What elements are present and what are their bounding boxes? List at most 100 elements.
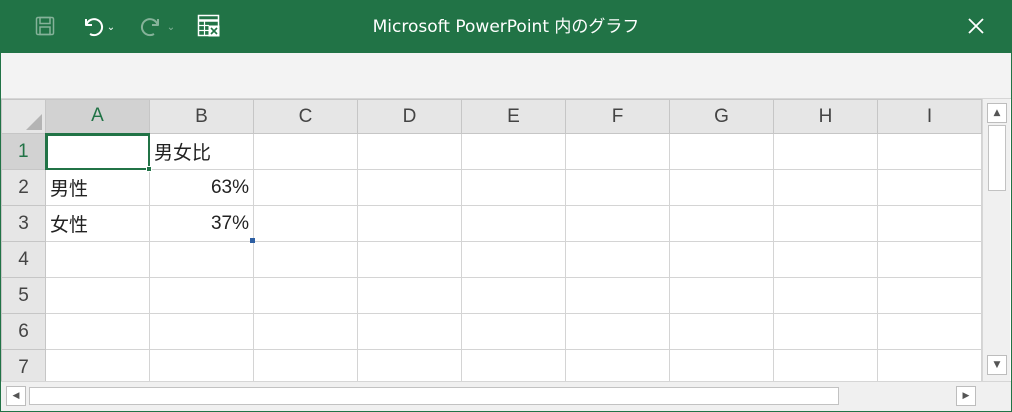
edit-data-in-excel-button[interactable] (191, 13, 227, 43)
row-header-4[interactable]: 4 (1, 241, 46, 278)
cell-i4[interactable] (877, 241, 982, 278)
data-range-handle[interactable] (250, 238, 255, 243)
row-header-5[interactable]: 5 (1, 277, 46, 314)
redo-icon (139, 14, 165, 42)
column-header-e[interactable]: E (461, 99, 566, 134)
cell-f2[interactable] (565, 169, 670, 206)
cell-c5[interactable] (253, 277, 358, 314)
cell-f4[interactable] (565, 241, 670, 278)
column-header-g[interactable]: G (669, 99, 774, 134)
spreadsheet-grid: A B C D E F G H I 1 男女比 2 男性 63% 3 女性 37… (1, 99, 982, 386)
save-icon (34, 15, 56, 41)
cell-i5[interactable] (877, 277, 982, 314)
cell-i2[interactable] (877, 169, 982, 206)
column-header-h[interactable]: H (773, 99, 878, 134)
cell-g4[interactable] (669, 241, 774, 278)
cell-e1[interactable] (461, 133, 566, 170)
redo-dropdown-icon[interactable]: ⌄ (167, 23, 175, 33)
cell-g5[interactable] (669, 277, 774, 314)
cell-c2[interactable] (253, 169, 358, 206)
row-header-2[interactable]: 2 (1, 169, 46, 206)
save-button[interactable] (27, 13, 63, 43)
cell-g6[interactable] (669, 313, 774, 350)
cell-e4[interactable] (461, 241, 566, 278)
sheet-row-2: 2 男性 63% (1, 169, 982, 206)
title-bar: ⌄ ⌄ Microsoft PowerPoint 内のグラフ (1, 1, 1011, 53)
cell-g3[interactable] (669, 205, 774, 242)
cell-i6[interactable] (877, 313, 982, 350)
cell-a3[interactable]: 女性 (45, 205, 150, 242)
sheet-row-5: 5 (1, 277, 982, 314)
cell-f3[interactable] (565, 205, 670, 242)
cell-a5[interactable] (45, 277, 150, 314)
horizontal-scroll-thumb[interactable] (29, 387, 839, 405)
vertical-scroll-thumb[interactable] (988, 125, 1006, 191)
close-button[interactable] (956, 13, 996, 43)
column-header-c[interactable]: C (253, 99, 358, 134)
cell-g2[interactable] (669, 169, 774, 206)
row-header-3[interactable]: 3 (1, 205, 46, 242)
redo-button[interactable]: ⌄ (131, 13, 183, 43)
cell-g1[interactable] (669, 133, 774, 170)
cell-d4[interactable] (357, 241, 462, 278)
cell-e3[interactable] (461, 205, 566, 242)
sheet-row-4: 4 (1, 241, 982, 278)
ribbon-band (1, 53, 1011, 99)
close-icon (967, 17, 985, 39)
cell-c3[interactable] (253, 205, 358, 242)
column-header-d[interactable]: D (357, 99, 462, 134)
window-title: Microsoft PowerPoint 内のグラフ (372, 17, 640, 37)
cell-c1[interactable] (253, 133, 358, 170)
column-header-b[interactable]: B (149, 99, 254, 134)
cell-d6[interactable] (357, 313, 462, 350)
cell-h4[interactable] (773, 241, 878, 278)
cell-a2[interactable]: 男性 (45, 169, 150, 206)
cell-e2[interactable] (461, 169, 566, 206)
cell-h1[interactable] (773, 133, 878, 170)
cell-c6[interactable] (253, 313, 358, 350)
cell-a6[interactable] (45, 313, 150, 350)
cell-b6[interactable] (149, 313, 254, 350)
cell-c4[interactable] (253, 241, 358, 278)
column-header-i[interactable]: I (877, 99, 982, 134)
undo-icon (79, 14, 105, 42)
cell-a1[interactable] (45, 133, 152, 172)
cell-h2[interactable] (773, 169, 878, 206)
cell-f5[interactable] (565, 277, 670, 314)
scroll-left-icon[interactable]: ◀ (6, 386, 26, 406)
scroll-right-icon[interactable]: ▶ (956, 386, 976, 406)
cell-f1[interactable] (565, 133, 670, 170)
row-header-1[interactable]: 1 (1, 133, 47, 170)
column-header-a[interactable]: A (45, 99, 150, 135)
sheet-row-6: 6 (1, 313, 982, 350)
scroll-down-icon[interactable]: ▼ (987, 355, 1007, 375)
select-all-triangle-icon (26, 114, 42, 130)
vertical-scrollbar[interactable]: ▲ ▼ (982, 99, 1010, 381)
cell-e5[interactable] (461, 277, 566, 314)
cell-e6[interactable] (461, 313, 566, 350)
cell-h3[interactable] (773, 205, 878, 242)
row-header-6[interactable]: 6 (1, 313, 46, 350)
cell-d1[interactable] (357, 133, 462, 170)
horizontal-scrollbar[interactable]: ◀ ▶ (1, 381, 1011, 411)
cell-a4[interactable] (45, 241, 150, 278)
cell-d3[interactable] (357, 205, 462, 242)
select-all-button[interactable] (1, 99, 46, 134)
cell-h5[interactable] (773, 277, 878, 314)
cell-b3[interactable]: 37% (149, 205, 255, 243)
cell-b2[interactable]: 63% (149, 169, 254, 206)
cell-h6[interactable] (773, 313, 878, 350)
fill-handle[interactable] (146, 166, 152, 172)
cell-i3[interactable] (877, 205, 982, 242)
cell-b4[interactable] (149, 241, 254, 278)
undo-button[interactable]: ⌄ (71, 13, 123, 43)
cell-i1[interactable] (877, 133, 982, 170)
cell-d5[interactable] (357, 277, 462, 314)
cell-b1[interactable]: 男女比 (149, 133, 254, 170)
cell-b5[interactable] (149, 277, 254, 314)
cell-f6[interactable] (565, 313, 670, 350)
column-header-f[interactable]: F (565, 99, 670, 134)
cell-d2[interactable] (357, 169, 462, 206)
undo-dropdown-icon[interactable]: ⌄ (107, 23, 115, 33)
scroll-up-icon[interactable]: ▲ (987, 103, 1007, 123)
